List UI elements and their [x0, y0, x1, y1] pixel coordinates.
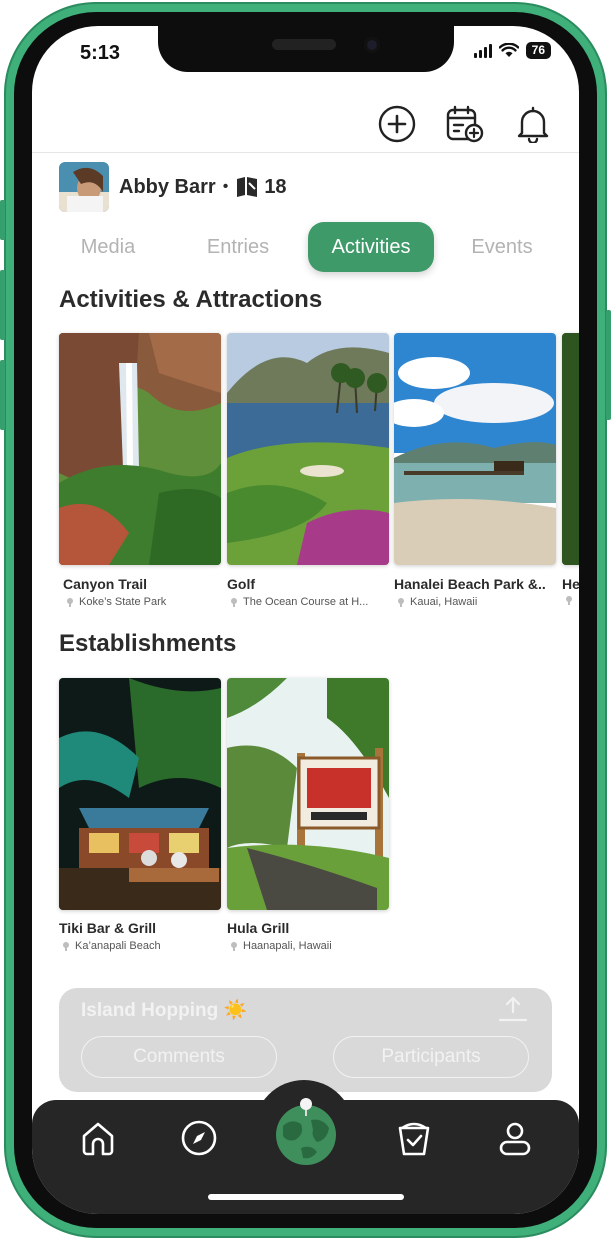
activity-card-title: Canyon Trail [63, 576, 148, 592]
tab-entries[interactable]: Entries [174, 222, 302, 272]
activity-card-title: Hanalei Beach Park &.. [394, 576, 546, 592]
tab-events[interactable]: Events [438, 222, 566, 272]
tab-bar: Media Entries Activities Events [32, 222, 579, 272]
bucket-check-icon [398, 1122, 430, 1156]
activity-card-location-text: Kauai, Hawaii [410, 596, 478, 608]
calendar-add-icon [446, 105, 484, 143]
establishment-card-location: Ka’anapali Beach [63, 940, 221, 952]
globe-icon [276, 1098, 336, 1165]
activity-card-location-text: The Ocean Course at H... [243, 596, 369, 608]
establishment-card-location: Haanapali, Hawaii [231, 940, 389, 952]
wifi-icon [498, 43, 519, 57]
home-indicator[interactable] [208, 1194, 404, 1200]
establishment-card-hula-grill[interactable] [227, 678, 389, 910]
nav-globe[interactable] [271, 1096, 341, 1166]
status-time: 5:13 [80, 42, 121, 64]
establishment-card-tiki-bar[interactable] [59, 678, 221, 910]
activity-card-hanalei-beach[interactable] [394, 333, 556, 565]
activity-card-title: Golf [227, 576, 255, 592]
activities-section-title: Activities & Attractions [59, 286, 323, 313]
compass-icon [181, 1120, 217, 1156]
profile-separator: • [222, 178, 229, 195]
activity-card-partial[interactable] [562, 333, 579, 565]
nav-explore[interactable] [177, 1116, 221, 1160]
bell-icon [517, 106, 549, 143]
cellular-signal-icon [473, 43, 492, 58]
speaker [272, 39, 336, 50]
participants-button[interactable]: Participants [333, 1036, 529, 1078]
location-pin-icon [566, 596, 572, 605]
activity-card-golf[interactable] [227, 333, 389, 565]
nav-home[interactable] [76, 1116, 120, 1160]
trip-card[interactable]: Island Hopping ☀️ Comments Participants [59, 988, 552, 1092]
journal-count: 18 [264, 175, 287, 198]
activity-card-canyon-trail[interactable] [59, 333, 221, 565]
establishments-section-title: Establishments [59, 630, 237, 657]
profile-row: Abby Barr • 18 [59, 162, 287, 212]
front-camera [364, 37, 380, 53]
comments-button[interactable]: Comments [81, 1036, 277, 1078]
location-pin-icon [231, 941, 237, 951]
tab-media[interactable]: Media [44, 222, 172, 272]
plus-circle-icon [378, 105, 416, 143]
nav-profile[interactable] [493, 1116, 537, 1160]
home-icon [82, 1122, 114, 1156]
top-action-bar [377, 104, 553, 144]
activity-card-location: Koke’s State Park [67, 596, 221, 608]
notifications-button[interactable] [513, 104, 553, 144]
profile-name[interactable]: Abby Barr [119, 176, 216, 199]
establishment-card-title: Hula Grill [227, 920, 290, 936]
location-pin-icon [67, 597, 73, 607]
activity-card-location: Kauai, Hawaii [398, 596, 556, 608]
trip-title: Island Hopping ☀️ [81, 1000, 248, 1021]
location-pin-icon [63, 941, 69, 951]
status-icons: 76 [473, 42, 551, 59]
screen: 5:13 76 Abby Barr • 18 Media Entries Act… [32, 26, 579, 1214]
avatar[interactable] [59, 162, 109, 212]
volume-down-button [0, 360, 5, 430]
nav-bucket-list[interactable] [392, 1116, 436, 1160]
establishment-card-title: Tiki Bar & Grill [59, 920, 156, 936]
location-pin-icon [231, 597, 237, 607]
establishment-card-location-text: Ka’anapali Beach [75, 940, 161, 952]
journal-icon [237, 177, 258, 197]
user-icon [499, 1122, 531, 1156]
add-button[interactable] [377, 104, 417, 144]
add-event-button[interactable] [445, 104, 485, 144]
location-pin-icon [398, 597, 404, 607]
share-icon[interactable] [498, 996, 528, 1022]
activity-card-location [566, 596, 579, 605]
header-divider [32, 152, 579, 153]
tab-activities[interactable]: Activities [308, 222, 434, 272]
power-button [606, 310, 611, 420]
activity-card-location: The Ocean Course at H... [231, 596, 389, 608]
establishment-card-location-text: Haanapali, Hawaii [243, 940, 332, 952]
battery-icon: 76 [525, 42, 551, 59]
side-button [0, 200, 5, 240]
activity-card-title: He [562, 576, 579, 592]
volume-up-button [0, 270, 5, 340]
notch [158, 26, 454, 72]
activity-card-location-text: Koke’s State Park [79, 596, 167, 608]
